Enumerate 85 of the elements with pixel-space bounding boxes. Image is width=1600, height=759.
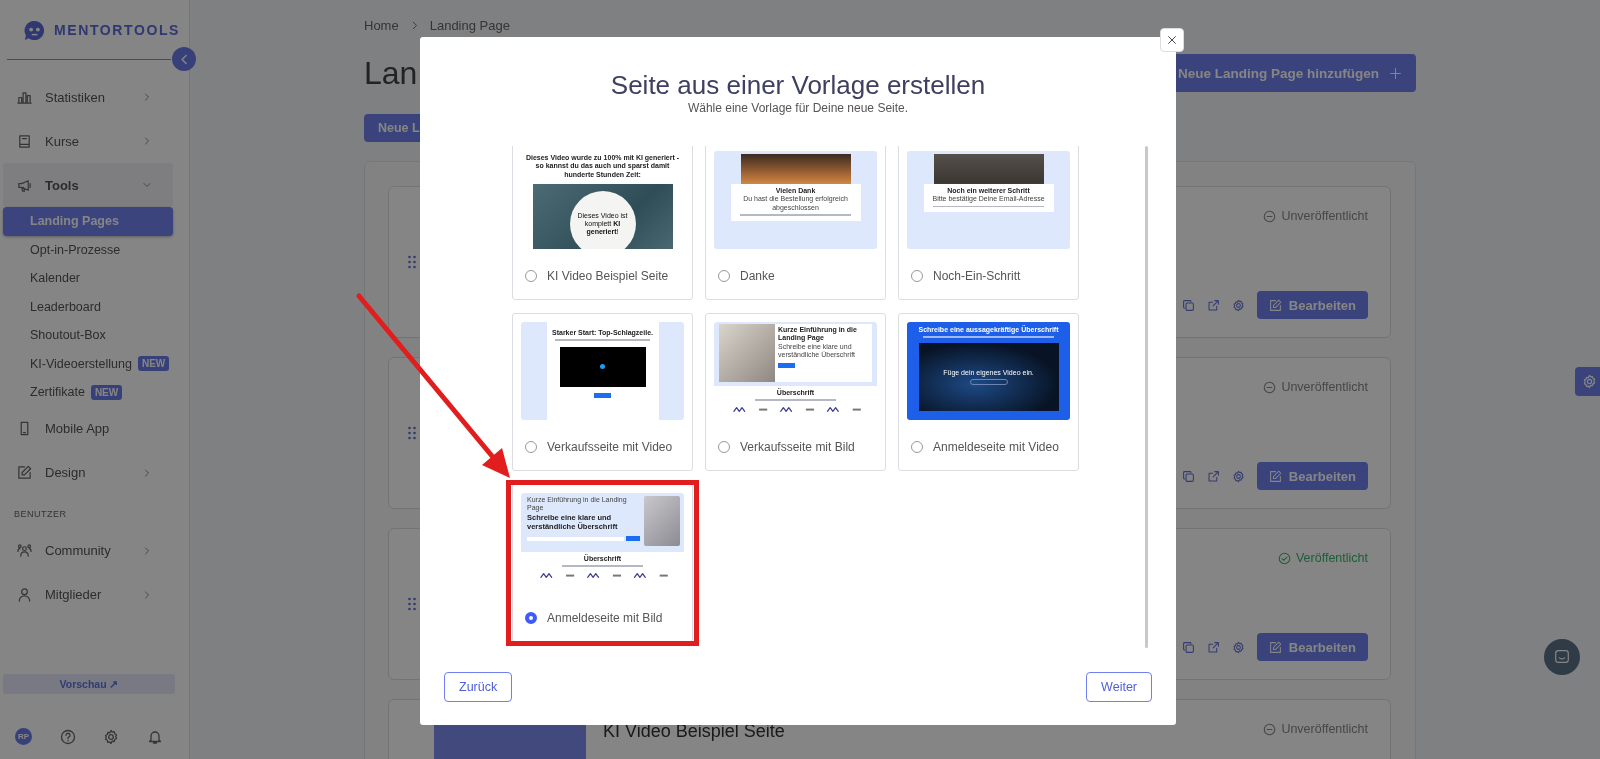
bar-chart-icon: [17, 89, 32, 105]
people-icon: [17, 543, 32, 558]
photo-placeholder: [719, 324, 775, 382]
status-label: Unveröffentlicht: [1281, 722, 1368, 736]
sidebar-subitem[interactable]: Shoutout-Box: [3, 321, 173, 350]
pencil-icon: [1268, 469, 1282, 483]
chat-button[interactable]: [1544, 639, 1580, 675]
sidebar-subitem[interactable]: Opt-in-Prozesse: [3, 235, 173, 264]
preview-button[interactable]: Vorschau ↗: [3, 674, 175, 694]
copy-icon[interactable]: [1181, 469, 1195, 483]
settings-icon[interactable]: [1231, 298, 1245, 312]
book-icon: [17, 133, 32, 149]
new-badge: NEW: [90, 384, 123, 400]
external-link-icon[interactable]: [1206, 469, 1220, 483]
breadcrumb-current: Landing Page: [429, 17, 510, 33]
logo-text: MENTORTOOLS: [54, 22, 180, 38]
drag-handle-icon[interactable]: [408, 255, 416, 269]
drag-handle-icon[interactable]: [408, 597, 416, 611]
external-link-icon[interactable]: [1206, 298, 1220, 312]
external-link-icon[interactable]: [1206, 640, 1220, 654]
new-badge: NEW: [137, 356, 170, 372]
status-label: Unveröffentlicht: [1281, 380, 1368, 394]
sidebar-subitem[interactable]: KI-Videoerstellung NEW: [3, 349, 173, 378]
close-button[interactable]: [1160, 28, 1184, 52]
sidebar-item[interactable]: Design: [3, 450, 173, 495]
photo-placeholder: [644, 496, 680, 546]
edit-button[interactable]: Bearbeiten: [1256, 291, 1368, 319]
section-label: BENUTZER: [13, 507, 68, 521]
sidebar-item[interactable]: Statistiken: [3, 75, 173, 119]
minus-circle-icon: [1263, 380, 1277, 394]
edit-button[interactable]: Bearbeiten: [1256, 462, 1368, 490]
template-name: Noch-Ein-Schritt: [933, 269, 1021, 283]
template-name: KI Video Beispiel Seite: [547, 269, 669, 283]
pencil-icon: [1268, 298, 1282, 312]
collapse-sidebar-button[interactable]: [172, 47, 196, 71]
sidebar-subitem[interactable]: Landing Pages: [3, 207, 173, 236]
template-name: Anmeldeseite mit Bild: [547, 611, 663, 625]
sidebar-subitem[interactable]: Zertifikate NEW: [3, 378, 173, 407]
copy-icon[interactable]: [1181, 640, 1195, 654]
help-icon[interactable]: [59, 728, 76, 745]
preview-button: [778, 362, 795, 368]
settings-tab-button[interactable]: [1575, 367, 1600, 396]
edit-button[interactable]: Bearbeiten: [1256, 633, 1368, 661]
person-icon: [17, 587, 32, 602]
page-title: Lan: [364, 54, 418, 92]
settings-icon[interactable]: [1231, 640, 1245, 654]
close-icon: [1166, 34, 1178, 46]
sidebar-subitem[interactable]: Kalender: [3, 264, 173, 293]
back-button[interactable]: Zurück: [444, 672, 513, 702]
next-button[interactable]: Weiter: [1086, 672, 1152, 702]
bell-icon[interactable]: [146, 728, 163, 745]
plus-icon: [1389, 66, 1402, 80]
sidebar-item[interactable]: Mobile App: [3, 406, 173, 451]
sidebar-item[interactable]: Tools: [3, 163, 173, 207]
status-label: Unveröffentlicht: [1281, 209, 1368, 223]
radio-button[interactable]: [525, 612, 537, 624]
template-name: Verkaufsseite mit Video: [547, 440, 673, 454]
sidebar-subitem[interactable]: Leaderboard: [3, 292, 173, 321]
template-name: Verkaufsseite mit Bild: [740, 440, 855, 454]
check-circle-icon: [1277, 551, 1291, 565]
settings-icon[interactable]: [1581, 374, 1597, 389]
template-name: Anmeldeseite mit Video: [933, 440, 1059, 454]
minus-circle-icon: [1263, 722, 1277, 736]
sidebar-item[interactable]: Mitglieder: [3, 572, 173, 617]
pencil-icon: [17, 465, 32, 480]
template-name: Danke: [740, 269, 775, 283]
settings-icon[interactable]: [103, 728, 120, 745]
preview-button: [594, 392, 611, 398]
minus-circle-icon: [1263, 209, 1277, 223]
pencil-icon: [1268, 640, 1282, 654]
dialog-title: Seite aus einer Vorlage erstellen: [609, 70, 987, 100]
settings-icon[interactable]: [1231, 469, 1245, 483]
scrollbar[interactable]: [1145, 146, 1148, 648]
status-label: Veröffentlicht: [1295, 551, 1368, 565]
dialog-subtitle: Wähle eine Vorlage für Deine neue Seite.: [686, 100, 910, 116]
sidebar-item[interactable]: Kurse: [3, 119, 173, 163]
chat-icon: [1553, 648, 1571, 666]
drag-handle-icon[interactable]: [408, 426, 416, 440]
avatar[interactable]: RP: [15, 728, 32, 745]
preview-button: [626, 535, 640, 541]
sidebar-item[interactable]: Community: [3, 528, 173, 573]
copy-icon[interactable]: [1181, 298, 1195, 312]
breadcrumb-link[interactable]: Home: [364, 17, 399, 33]
robot-logo-icon: [23, 18, 46, 42]
megaphone-icon: [17, 177, 32, 193]
